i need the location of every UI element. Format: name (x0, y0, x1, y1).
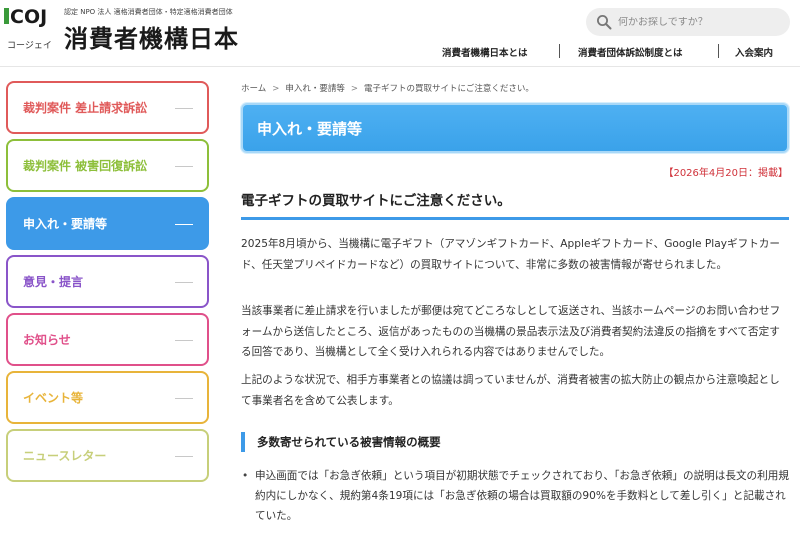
article-paragraph: 上記のような状況で、相手方事業者との協議は調っていませんが、消費者被害の拡大防止… (241, 374, 780, 407)
nav-divider (559, 44, 560, 58)
logo-bar-icon (4, 8, 9, 24)
top-nav: 消費者機構日本とは (442, 44, 528, 60)
site-logo[interactable]: COJ コージェイ (4, 6, 64, 51)
article-paragraph: 2025年8月頃から、当機構に電子ギフト（アマゾンギフトカード、Appleギフト… (241, 238, 780, 271)
breadcrumb-home[interactable]: ホーム (241, 84, 266, 94)
damage-info-list: 申込画面では「お急ぎ依頼」という項目が初期状態でチェックされており、「お急ぎ依頼… (241, 466, 789, 526)
article-title: 電子ギフトの買取サイトにご注意ください。 (241, 193, 511, 209)
article-paragraph: 当該事業者に差止請求を行いましたが郵便は宛てどころなしとして返送され、当該ホーム… (241, 305, 781, 358)
arrow-right-icon (175, 165, 193, 167)
sidebar-item-requests[interactable]: 申入れ・要請等 (6, 197, 209, 250)
sidebar-item-label: ニュースレター (23, 449, 107, 463)
arrow-right-icon (175, 455, 193, 457)
sidebar-item-news[interactable]: お知らせ (6, 313, 209, 366)
nav-divider (718, 44, 719, 58)
logo-mark: COJ (4, 6, 47, 28)
sidebar: 裁判案件 差止請求訴訟 裁判案件 被害回復訴訟 申入れ・要請等 意見・提言お知らせイベ… (6, 81, 209, 487)
search-icon[interactable] (596, 14, 612, 30)
nav-link-membership[interactable]: 入会案内 (735, 45, 773, 59)
sidebar-item-label: 意見・提言 (23, 275, 84, 289)
sidebar-item-opinions[interactable]: 意見・提言 (6, 255, 209, 308)
logo-text: COJ (10, 6, 48, 28)
section-heading: 多数寄せられている被害情報の概要 (241, 432, 441, 452)
sidebar-item-newsletter[interactable]: ニュースレター (6, 429, 209, 482)
list-item: 申込画面では「お急ぎ依頼」という項目が初期状態でチェックされており、「お急ぎ依頼… (241, 466, 789, 526)
arrow-right-icon (175, 223, 193, 225)
sidebar-item-events[interactable]: イベント等 (6, 371, 209, 424)
search-box[interactable] (586, 8, 790, 36)
title-underline (241, 217, 789, 220)
sidebar-item-label: 裁判案件 差止請求訴訟 (23, 101, 148, 115)
org-tagline: 認定 NPO 法人 適格消費者団体・特定適格消費者団体 (64, 8, 233, 16)
header-divider (0, 66, 800, 67)
breadcrumb-category[interactable]: 申入れ・要請等 (285, 84, 345, 94)
nav-link-about[interactable]: 消費者機構日本とは (442, 45, 528, 59)
logo-subtitle: コージェイ (7, 41, 52, 51)
nav-link-system[interactable]: 消費者団体訴訟制度とは (578, 45, 683, 59)
sidebar-item-injunction-suits[interactable]: 裁判案件 差止請求訴訟 (6, 81, 209, 134)
breadcrumb: ホーム > 申入れ・要請等 > 電子ギフトの買取サイトにご注意ください。 (241, 82, 534, 94)
org-name[interactable]: 消費者機構日本 (64, 19, 239, 54)
breadcrumb-separator: > (272, 84, 280, 94)
sidebar-item-label: 裁判案件 被害回復訴訟 (23, 159, 148, 173)
breadcrumb-current: 電子ギフトの買取サイトにご注意ください。 (364, 84, 534, 94)
top-nav-3: 入会案内 (735, 44, 773, 60)
sidebar-item-label: イベント等 (23, 391, 84, 405)
page-banner: 申入れ・要請等 (241, 103, 789, 153)
top-nav-2: 消費者団体訴訟制度とは (578, 44, 683, 60)
sidebar-item-label: 申入れ・要請等 (23, 217, 108, 231)
page-title: 申入れ・要請等 (257, 119, 363, 138)
breadcrumb-separator: > (350, 84, 359, 94)
arrow-right-icon (175, 281, 193, 283)
sidebar-item-damage-recovery-suits[interactable]: 裁判案件 被害回復訴訟 (6, 139, 209, 192)
post-date: 【2026年4月20日：掲載】 (663, 168, 788, 179)
arrow-right-icon (175, 107, 193, 109)
sidebar-item-label: お知らせ (23, 333, 71, 347)
search-input[interactable] (618, 16, 788, 28)
arrow-right-icon (175, 339, 193, 341)
arrow-right-icon (175, 397, 193, 399)
